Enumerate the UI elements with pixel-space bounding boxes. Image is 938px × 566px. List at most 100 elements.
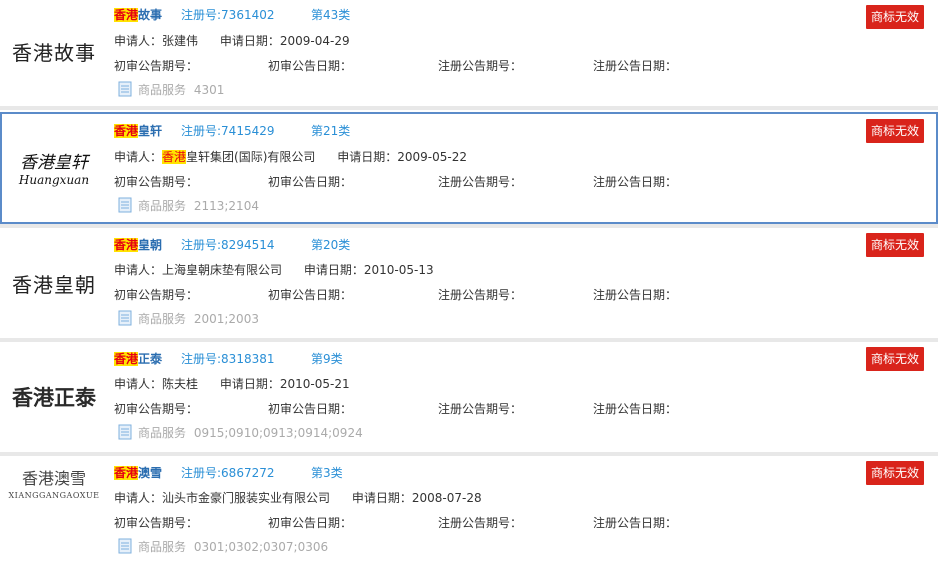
- applicant-highlight: 香港: [162, 150, 187, 164]
- services-label: 商品服务: [138, 540, 187, 554]
- prelim-no-label: 初审公告期号：: [114, 59, 199, 73]
- trademark-logo[interactable]: 香港澳雪 XIANGGANGAOXUE: [0, 456, 108, 508]
- class-number[interactable]: 第21类: [311, 122, 350, 140]
- services-row[interactable]: 商品服务 2113;2104: [118, 196, 259, 216]
- announcement-row: 初审公告期号： 初审公告日期： 注册公告期号： 注册公告日期：: [0, 400, 938, 418]
- reg-date-label: 注册公告日期：: [593, 59, 678, 73]
- applicant-label: 申请人：: [114, 491, 163, 505]
- registration-number[interactable]: 注册号:7361402: [181, 6, 275, 24]
- trademark-name-link[interactable]: 香港皇轩: [114, 124, 162, 138]
- trademark-logo[interactable]: 香港正泰: [0, 342, 108, 452]
- title-row: 香港澳雪: [114, 464, 162, 482]
- prelim-no-label: 初审公告期号：: [114, 516, 199, 530]
- status-badge: 商标无效: [865, 119, 924, 143]
- applicant-name: 陈夫桂: [162, 377, 199, 391]
- document-icon: [118, 538, 132, 554]
- name-rest: 皇轩: [138, 124, 163, 138]
- name-rest: 皇朝: [138, 238, 163, 252]
- class-number[interactable]: 第3类: [311, 464, 343, 482]
- class-number[interactable]: 第43类: [311, 6, 350, 24]
- trademark-logo[interactable]: 香港皇轩 Huangxuan: [0, 112, 108, 222]
- reg-date-label: 注册公告日期：: [593, 402, 678, 416]
- prelim-date-label: 初审公告日期：: [268, 516, 353, 530]
- name-highlight: 香港: [114, 352, 139, 366]
- class-number[interactable]: 第9类: [311, 350, 343, 368]
- reg-date-label: 注册公告日期：: [593, 288, 678, 302]
- prelim-date-label: 初审公告日期：: [268, 175, 353, 189]
- reg-date-label: 注册公告日期：: [593, 516, 678, 530]
- divider: [0, 106, 938, 110]
- document-icon: [118, 81, 132, 97]
- services-label: 商品服务: [138, 199, 187, 213]
- registration-number[interactable]: 注册号:7415429: [181, 122, 275, 140]
- applicant-row: 申请人：上海皇朝床垫有限公司 申请日期：2010-05-13: [114, 261, 434, 279]
- services-label: 商品服务: [138, 426, 187, 440]
- apply-date-value: 2008-07-28: [411, 491, 482, 505]
- applicant-name: 上海皇朝床垫有限公司: [162, 263, 283, 277]
- trademark-logo[interactable]: 香港故事: [0, 0, 108, 106]
- prelim-no-label: 初审公告期号：: [114, 288, 199, 302]
- status-badge: 商标无效: [865, 233, 924, 257]
- class-number[interactable]: 第20类: [311, 236, 350, 254]
- applicant-row: 申请人：陈夫桂 申请日期：2010-05-21: [114, 375, 350, 393]
- name-highlight: 香港: [114, 238, 139, 252]
- trademark-result-list: 香港故事 香港故事 注册号:7361402 第43类 申请人：张建伟 申请日期：2…: [0, 0, 938, 566]
- services-codes: 4301: [193, 83, 225, 97]
- applicant-row: 申请人：香港皇轩集团(国际)有限公司 申请日期：2009-05-22: [114, 148, 467, 166]
- name-rest: 故事: [138, 8, 163, 22]
- apply-date-label: 申请日期：: [351, 491, 412, 505]
- reg-no-label: 注册公告期号：: [438, 59, 523, 73]
- trademark-card[interactable]: 香港正泰 香港正泰 注册号:8318381 第9类 申请人：陈夫桂 申请日期：20…: [0, 342, 938, 452]
- name-rest: 澳雪: [138, 466, 163, 480]
- applicant-name: 汕头市金豪门服装实业有限公司: [162, 491, 331, 505]
- trademark-logo[interactable]: 香港皇朝: [0, 228, 108, 338]
- trademark-card[interactable]: 香港皇轩 Huangxuan 香港皇轩 注册号:7415429 第21类 申请人：…: [0, 112, 938, 224]
- name-highlight: 香港: [114, 124, 139, 138]
- trademark-name-link[interactable]: 香港澳雪: [114, 466, 162, 480]
- applicant-label: 申请人：: [114, 150, 163, 164]
- document-icon: [118, 197, 132, 213]
- prelim-date-label: 初审公告日期：: [268, 288, 353, 302]
- prelim-no-label: 初审公告期号：: [114, 175, 199, 189]
- name-highlight: 香港: [114, 466, 139, 480]
- apply-date-label: 申请日期：: [219, 34, 280, 48]
- title-row: 香港皇轩: [114, 122, 162, 140]
- services-row[interactable]: 商品服务 0915;0910;0913;0914;0924: [118, 423, 363, 443]
- logo-text: 香港澳雪: [21, 468, 86, 488]
- applicant-row: 申请人：汕头市金豪门服装实业有限公司 申请日期：2008-07-28: [114, 489, 482, 507]
- title-row: 香港正泰: [114, 350, 162, 368]
- apply-date-value: 2009-05-22: [397, 150, 467, 164]
- reg-date-label: 注册公告日期：: [593, 175, 678, 189]
- document-icon: [118, 310, 132, 326]
- name-highlight: 香港: [114, 8, 139, 22]
- trademark-name-link[interactable]: 香港皇朝: [114, 238, 162, 252]
- trademark-card[interactable]: 香港皇朝 香港皇朝 注册号:8294514 第20类 申请人：上海皇朝床垫有限公司…: [0, 228, 938, 338]
- trademark-card[interactable]: 香港澳雪 XIANGGANGAOXUE 香港澳雪 注册号:6867272 第3类 …: [0, 456, 938, 566]
- services-row[interactable]: 商品服务 4301: [118, 80, 224, 100]
- registration-number[interactable]: 注册号:8294514: [181, 236, 275, 254]
- registration-number[interactable]: 注册号:8318381: [181, 350, 275, 368]
- trademark-name-link[interactable]: 香港正泰: [114, 352, 162, 366]
- services-row[interactable]: 商品服务 0301;0302;0307;0306: [118, 537, 328, 557]
- prelim-date-label: 初审公告日期：: [268, 59, 353, 73]
- services-codes: 2113;2104: [193, 199, 259, 213]
- applicant-name: 张建伟: [162, 34, 199, 48]
- trademark-name-link[interactable]: 香港故事: [114, 8, 162, 22]
- logo-subtext: XIANGGANGAOXUE: [8, 490, 100, 500]
- services-codes: 0915;0910;0913;0914;0924: [193, 426, 363, 440]
- apply-date-label: 申请日期：: [219, 377, 280, 391]
- announcement-row: 初审公告期号： 初审公告日期： 注册公告期号： 注册公告日期：: [0, 57, 938, 75]
- applicant-label: 申请人：: [114, 34, 163, 48]
- applicant-name: 皇轩集团(国际)有限公司: [186, 150, 316, 164]
- status-badge: 商标无效: [865, 347, 924, 371]
- registration-number[interactable]: 注册号:6867272: [181, 464, 275, 482]
- announcement-row: 初审公告期号： 初审公告日期： 注册公告期号： 注册公告日期：: [0, 514, 938, 532]
- trademark-card[interactable]: 香港故事 香港故事 注册号:7361402 第43类 申请人：张建伟 申请日期：2…: [0, 0, 938, 106]
- announcement-row: 初审公告期号： 初审公告日期： 注册公告期号： 注册公告日期：: [0, 286, 938, 304]
- document-icon: [118, 424, 132, 440]
- announcement-row: 初审公告期号： 初审公告日期： 注册公告期号： 注册公告日期：: [0, 173, 938, 191]
- apply-date-label: 申请日期：: [337, 150, 398, 164]
- services-label: 商品服务: [138, 83, 187, 97]
- services-row[interactable]: 商品服务 2001;2003: [118, 309, 259, 329]
- services-label: 商品服务: [138, 312, 187, 326]
